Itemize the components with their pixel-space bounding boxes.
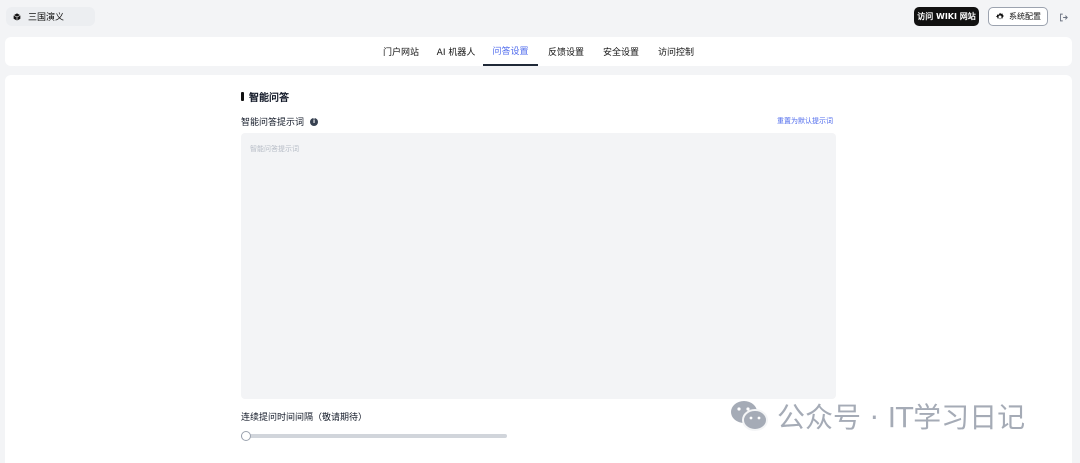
slider-track: [241, 434, 507, 438]
system-config-button[interactable]: 系统配置: [988, 7, 1048, 26]
cube-icon: [13, 12, 21, 21]
gear-icon: [995, 12, 1004, 19]
reset-default-prompt-link[interactable]: 重置为默认提示词: [777, 116, 833, 126]
section-title-text: 智能问答: [249, 93, 289, 104]
slider-thumb[interactable]: [241, 431, 251, 441]
interval-slider[interactable]: [241, 431, 507, 441]
section-title: 智能问答: [241, 89, 289, 104]
tab-access-control[interactable]: 访问控制: [651, 37, 701, 66]
wechat-icon: [731, 401, 768, 431]
tab-feedback-settings[interactable]: 反馈设置: [541, 37, 591, 66]
title-marker: [241, 92, 244, 101]
interval-label: 连续提问时间间隔（敬请期待）: [241, 413, 368, 423]
app-switcher[interactable]: 三国演义: [6, 7, 95, 26]
tab-qa-settings[interactable]: 问答设置: [483, 37, 538, 66]
app-name: 三国演义: [28, 13, 65, 23]
prompt-label-text: 智能问答提示词: [241, 118, 305, 128]
settings-tab-bar: 门户网站 AI 机器人 问答设置 反馈设置 安全设置 访问控制: [5, 37, 1072, 66]
system-config-label: 系统配置: [1009, 12, 1041, 21]
watermark-text: 公众号 · IT学习日记: [777, 401, 1026, 434]
tab-security-settings[interactable]: 安全设置: [596, 37, 646, 66]
info-icon[interactable]: i: [310, 117, 319, 126]
logout-button[interactable]: [1056, 10, 1070, 24]
visit-wiki-button[interactable]: 访问 WIKI 网站: [914, 7, 979, 26]
tab-ai-robot[interactable]: AI 机器人: [431, 37, 481, 66]
logout-icon: [1059, 13, 1068, 21]
prompt-textarea[interactable]: [241, 133, 836, 399]
prompt-field-label: 智能问答提示词 i: [241, 115, 319, 128]
top-bar: 三国演义 访问 WIKI 网站 系统配置: [0, 0, 1080, 34]
tab-portal[interactable]: 门户网站: [376, 37, 426, 66]
watermark: 公众号 · IT学习日记: [729, 396, 1025, 436]
